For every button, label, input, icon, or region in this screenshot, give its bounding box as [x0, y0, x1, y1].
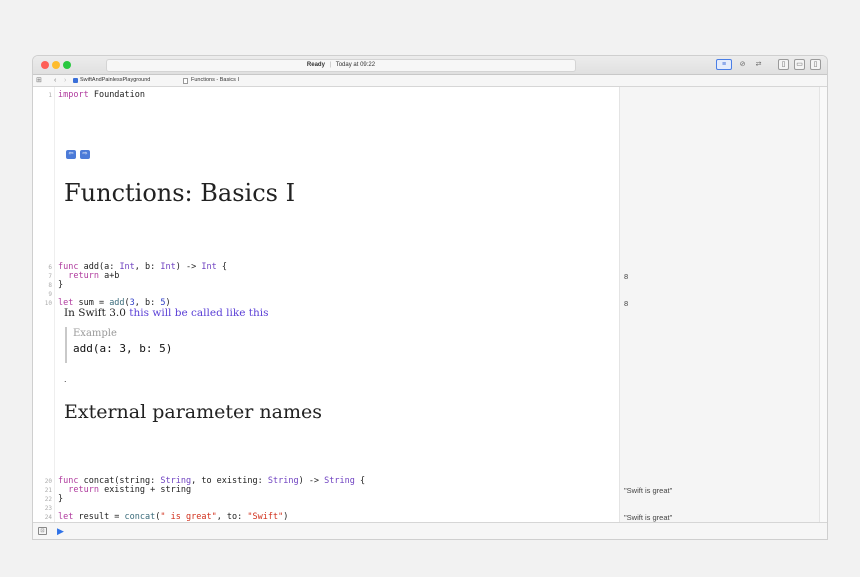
code-text: , to existing: [191, 476, 268, 486]
keyword: return [58, 485, 99, 495]
code-text: { [216, 262, 227, 272]
close-window-button[interactable] [41, 61, 49, 69]
zoom-window-button[interactable] [63, 61, 71, 69]
line-number: 21 [44, 487, 52, 494]
line-number: 1 [48, 92, 52, 99]
string-literal: "Swift" [247, 512, 284, 522]
activity-status: Ready | Today at 09:22 [106, 59, 576, 72]
previous-page-icon[interactable]: ⇦ [66, 150, 76, 159]
result-value-sum[interactable]: 8 [624, 299, 628, 308]
next-page-icon[interactable]: ⇨ [80, 150, 90, 159]
standard-editor-icon[interactable]: ≡ [716, 59, 732, 70]
result-value-result[interactable]: "Swift is great" [624, 513, 672, 522]
code-text: { [354, 476, 366, 486]
keyword: return [58, 271, 99, 281]
prose-text: In Swift 3.0 [64, 307, 130, 319]
type-name: Int [160, 262, 176, 272]
code-text: existing + string [98, 485, 192, 495]
code-line-return-concat[interactable]: return existing + string [58, 486, 191, 495]
code-line-close-brace[interactable]: } [58, 281, 63, 290]
assistant-editor-icon[interactable]: ⊘ [737, 59, 748, 70]
markup-dot: . [64, 374, 67, 384]
example-label: Example [73, 328, 117, 339]
run-playground-icon[interactable]: ▶ [57, 526, 64, 536]
title-bar: Ready | Today at 09:22 ≡ ⊘ ⇄ ▯ ▭ ▯ [33, 56, 827, 75]
type-name: String [324, 476, 355, 486]
status-time: Today at 09:22 [335, 62, 376, 68]
jump-bar: ⊞ ‹ › SwiftAndPainlessPlayground › Funct… [33, 75, 827, 87]
keyword: let [58, 512, 74, 522]
code-text: , to: [216, 512, 248, 522]
code-text: ) [283, 512, 289, 522]
code-text: a+b [98, 271, 120, 281]
results-sidebar: 8 8 "Swift is great" "Swift is great" [619, 87, 821, 524]
code-text: , b: [134, 262, 161, 272]
result-value-add[interactable]: 8 [624, 272, 628, 281]
code-line-import[interactable]: import Foundation [58, 91, 145, 100]
forward-icon[interactable]: › [64, 75, 66, 86]
line-number: 6 [48, 264, 52, 271]
page-icon [183, 78, 188, 84]
code-text: ) -> [175, 262, 202, 272]
string-literal: " is great" [160, 512, 217, 522]
version-editor-icon[interactable]: ⇄ [753, 59, 764, 70]
playground-icon [73, 78, 78, 83]
code-line-return-add[interactable]: return a+b [58, 272, 119, 281]
status-ready: Ready [306, 62, 325, 68]
section-heading: External parameter names [64, 401, 322, 423]
back-icon[interactable]: ‹ [54, 75, 56, 86]
toolbar-right: ≡ ⊘ ⇄ ▯ ▭ ▯ [716, 59, 821, 70]
minimize-window-button[interactable] [52, 61, 60, 69]
prose-link[interactable]: this will be called like this [129, 307, 268, 319]
line-number: 20 [44, 478, 52, 485]
code-text: result = [73, 512, 125, 522]
breadcrumb-page[interactable]: Functions - Basics I [191, 75, 239, 86]
example-code: add(a: 3, b: 5) [73, 342, 173, 355]
chevron-right-icon: › [80, 77, 82, 83]
result-value-concat[interactable]: "Swift is great" [624, 486, 672, 495]
navigator-panel-icon[interactable]: ▯ [778, 59, 789, 70]
type-name: String [267, 476, 299, 486]
code-line-close-brace[interactable]: } [58, 495, 63, 504]
line-number: 10 [44, 300, 52, 307]
example-callout: Example add(a: 3, b: 5) [65, 327, 172, 363]
debug-area-toggle-icon[interactable]: ⊡ [38, 527, 47, 535]
type-name: Int [201, 262, 217, 272]
related-items-icon[interactable]: ⊞ [36, 75, 42, 86]
playground-window: Ready | Today at 09:22 ≡ ⊘ ⇄ ▯ ▭ ▯ ⊞ ‹ ›… [32, 55, 828, 540]
line-number: 9 [48, 291, 52, 298]
line-number: 22 [44, 496, 52, 503]
vertical-scrollbar[interactable] [819, 87, 827, 524]
line-number: 24 [44, 514, 52, 521]
line-number: 7 [48, 273, 52, 280]
function-call: concat [124, 512, 156, 522]
status-separator: | [329, 62, 332, 68]
project-name: SwiftAndPainlessPlayground [80, 77, 151, 83]
markup-paragraph: In Swift 3.0 this will be called like th… [64, 307, 269, 319]
debug-bar: ⊡ ▶ [33, 522, 827, 539]
line-number: 23 [44, 505, 52, 512]
page-title: Functions: Basics I [64, 179, 296, 207]
code-editor[interactable]: 1 import Foundation ⇦ ⇨ Functions: Basic… [33, 87, 619, 530]
debug-panel-icon[interactable]: ▭ [794, 59, 805, 70]
code-text: Foundation [88, 90, 146, 100]
code-text: ) -> [298, 476, 325, 486]
inspector-panel-icon[interactable]: ▯ [810, 59, 821, 70]
code-line-let-result[interactable]: let result = concat(" is great", to: "Sw… [58, 513, 288, 522]
line-number: 8 [48, 282, 52, 289]
type-name: Int [119, 262, 135, 272]
keyword: import [58, 90, 89, 100]
